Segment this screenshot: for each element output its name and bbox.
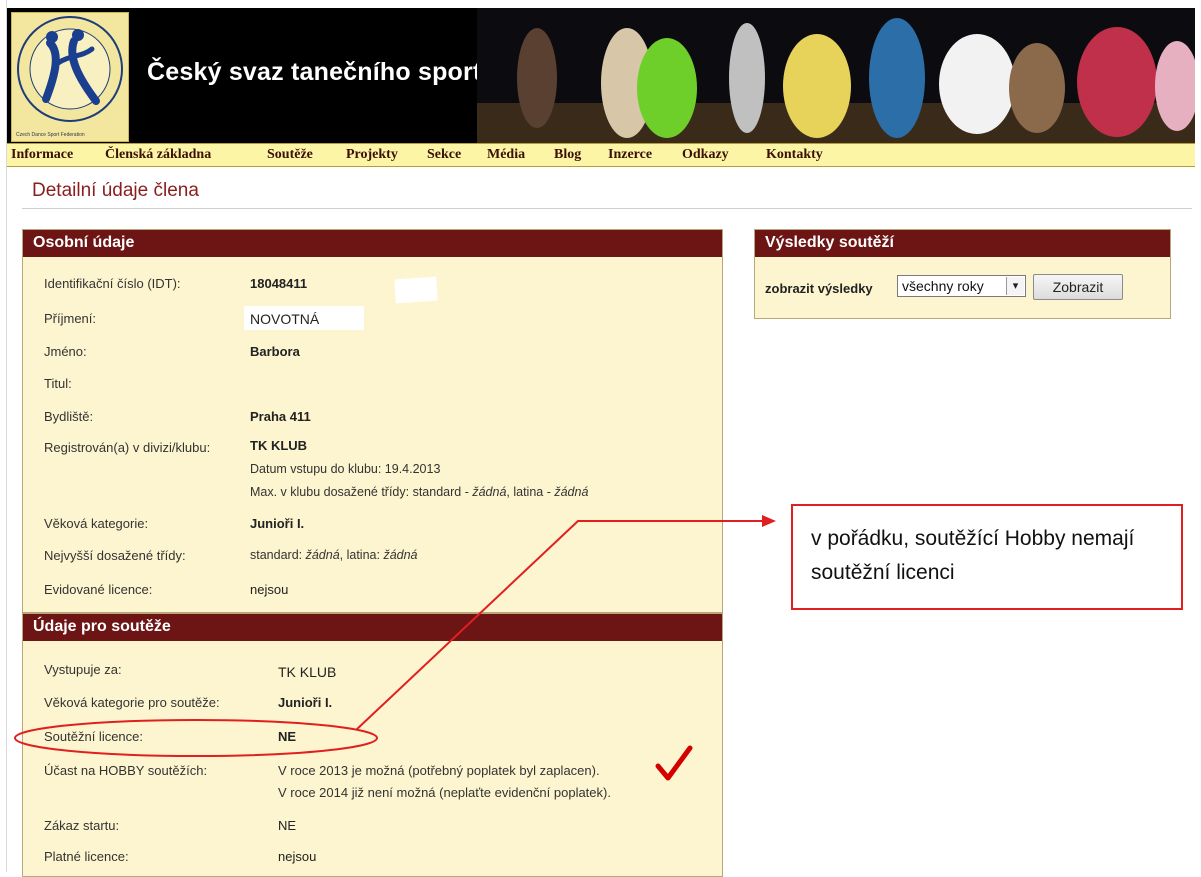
arrowhead-icon [762,515,776,527]
callout-connector-line [355,520,765,731]
license-highlight-ellipse [14,719,378,757]
annotation-overlay [14,515,776,781]
checkmark-icon [655,745,693,781]
